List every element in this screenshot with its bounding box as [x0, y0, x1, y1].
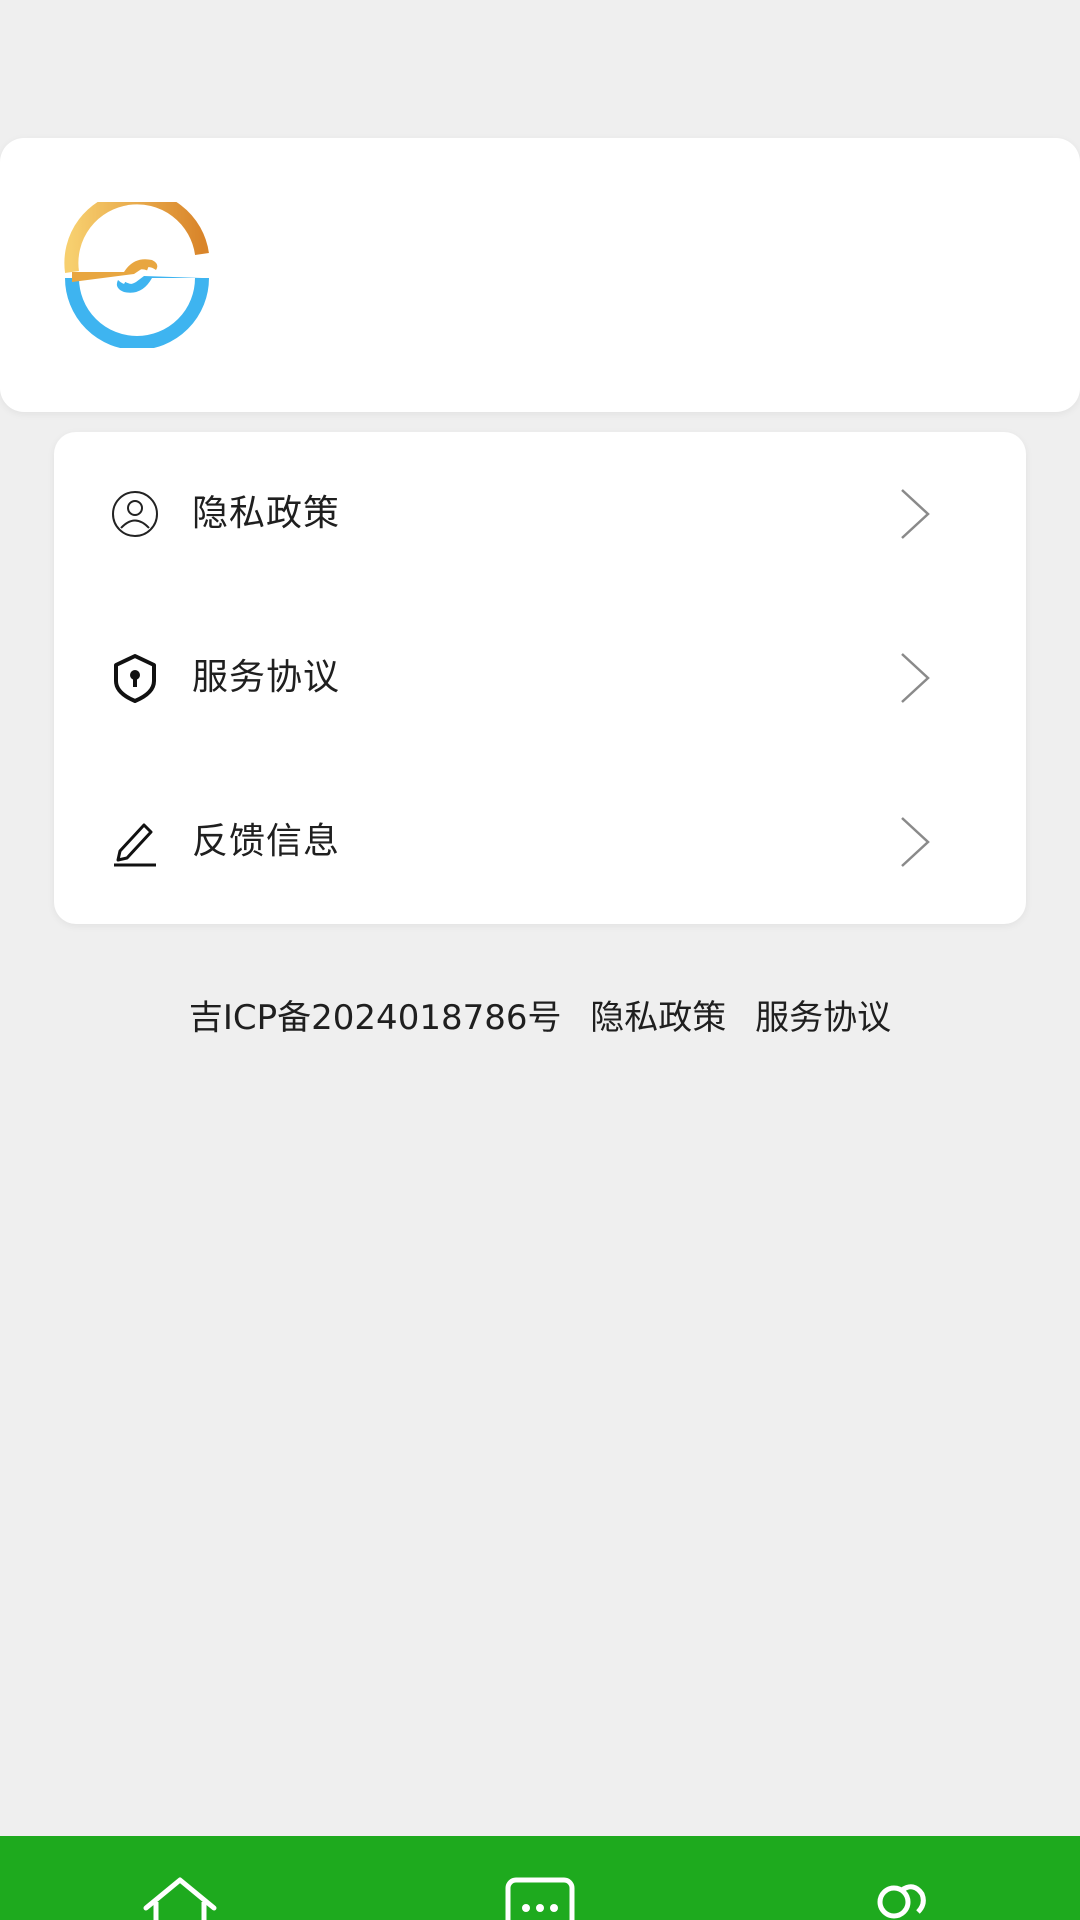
menu-item-label: 服务协议 [192, 657, 341, 698]
footer-service-link[interactable]: 服务协议 [755, 998, 891, 1038]
home-icon[interactable] [140, 1876, 220, 1920]
user-circle-icon [112, 491, 158, 537]
icp-number[interactable]: 吉ICP备2024018786号 [189, 998, 562, 1038]
menu-item-label: 反馈信息 [192, 821, 341, 862]
chevron-right-icon [901, 489, 930, 539]
menu-item-label: 隐私政策 [192, 493, 341, 534]
bottom-nav-bar [0, 1836, 1080, 1920]
footer-links: 吉ICP备2024018786号 隐私政策 服务协议 [0, 990, 1080, 1046]
menu-item-feedback[interactable]: 反馈信息 [54, 760, 1026, 924]
menu-item-service-agreement[interactable]: 服务协议 [54, 596, 1026, 760]
header-card [0, 138, 1080, 412]
menu-card: 隐私政策 服务协议 反馈信息 [54, 432, 1026, 924]
chevron-right-icon [901, 653, 930, 703]
menu-item-privacy-policy[interactable]: 隐私政策 [54, 432, 1026, 596]
pencil-icon [114, 823, 156, 867]
app-logo [64, 202, 209, 348]
footer-privacy-link[interactable]: 隐私政策 [590, 998, 726, 1038]
message-icon[interactable] [500, 1876, 580, 1920]
users-icon[interactable] [862, 1876, 942, 1920]
chevron-right-icon [901, 817, 930, 867]
shield-lock-icon [114, 654, 156, 703]
